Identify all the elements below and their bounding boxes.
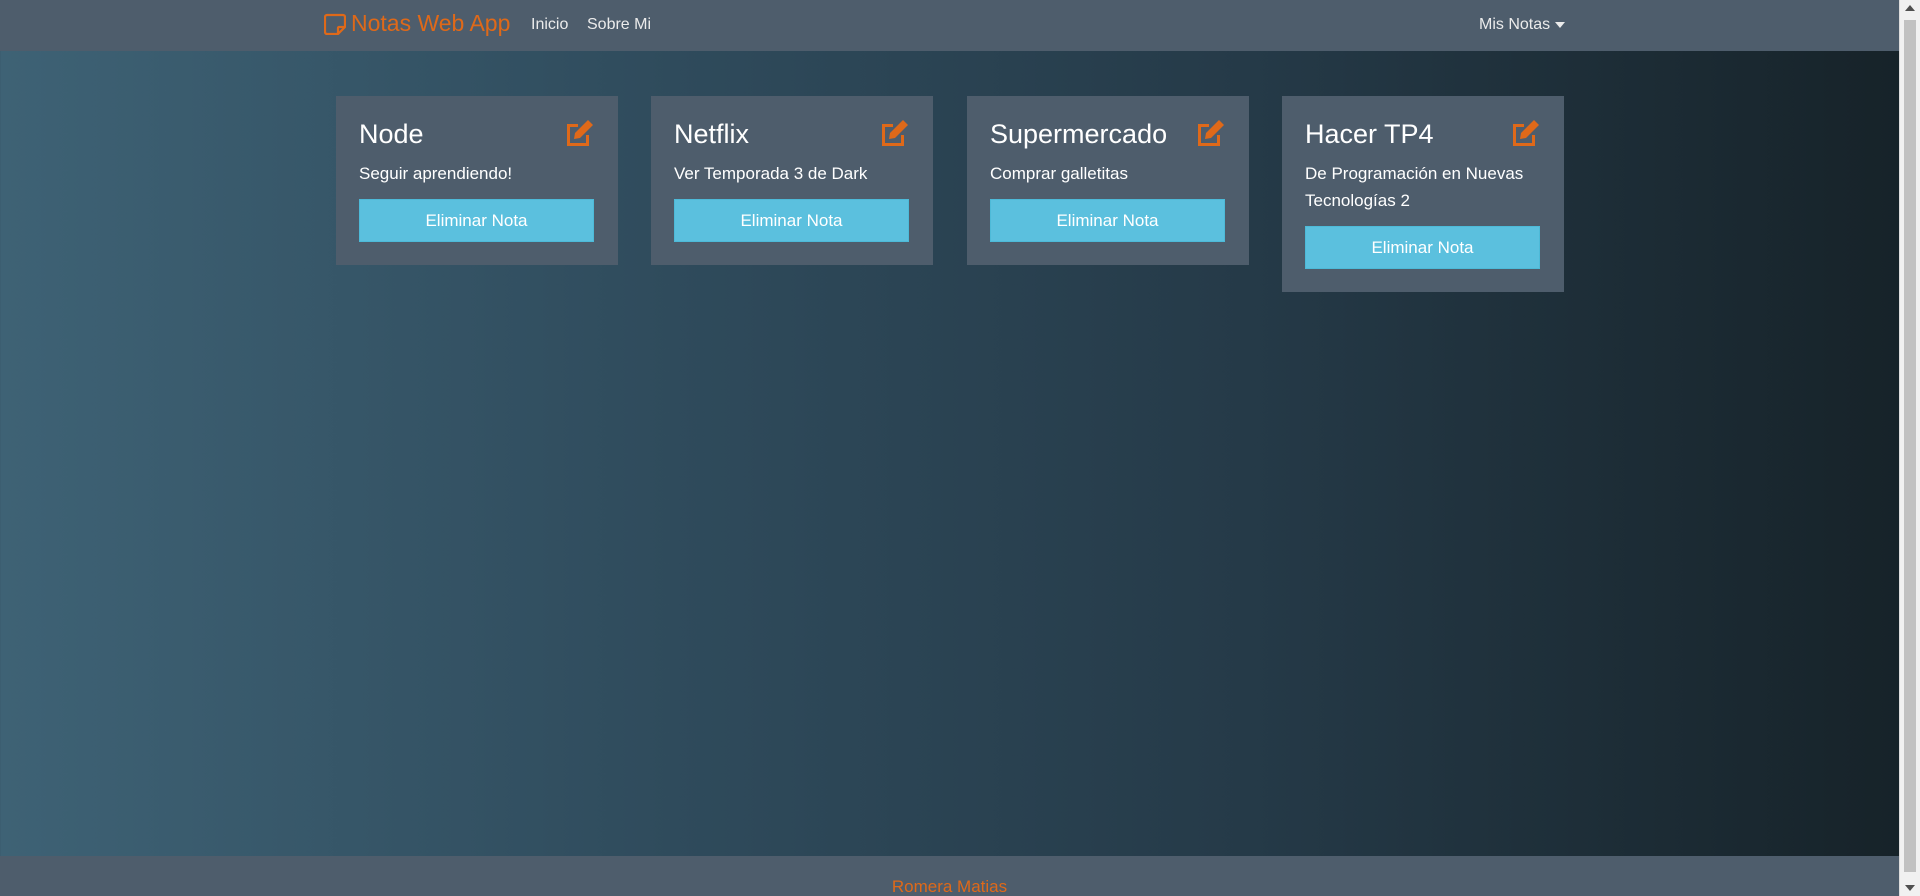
note-title: Supermercado xyxy=(990,119,1168,149)
nav-link-sobre-mi[interactable]: Sobre Mi xyxy=(587,16,651,34)
delete-note-button[interactable]: Eliminar Nota xyxy=(359,199,594,242)
edit-icon[interactable] xyxy=(1194,118,1226,148)
note-text: Ver Temporada 3 de Dark xyxy=(674,164,868,183)
top-navbar: Notas Web App Inicio Sobre Mi Mis Notas xyxy=(0,0,1899,51)
nav-link-inicio[interactable]: Inicio xyxy=(531,16,568,34)
edit-icon[interactable] xyxy=(563,118,595,148)
note-text: Seguir aprendiendo! xyxy=(359,164,513,183)
note-title: Node xyxy=(359,119,424,149)
note-card: Hacer TP4 De Programación en Nuevas Tecn… xyxy=(1282,96,1564,292)
edit-icon[interactable] xyxy=(878,118,910,148)
scroll-up-icon[interactable] xyxy=(1905,5,1915,11)
scroll-down-icon[interactable] xyxy=(1905,885,1915,891)
brand-link[interactable]: Notas Web App xyxy=(324,10,510,37)
note-card: Supermercado Comprar galletitas Eliminar… xyxy=(967,96,1249,265)
mis-notas-label: Mis Notas xyxy=(1479,16,1551,33)
page-footer: Romera Matias xyxy=(0,856,1899,896)
note-text: De Programación en Nuevas Tecnologías 2 xyxy=(1305,164,1524,210)
delete-note-button[interactable]: Eliminar Nota xyxy=(674,199,909,242)
sticky-note-icon xyxy=(324,13,346,35)
scroll-thumb[interactable] xyxy=(1904,20,1916,872)
note-card: Node Seguir aprendiendo! Eliminar Nota xyxy=(336,96,618,265)
vertical-scrollbar[interactable] xyxy=(1899,0,1920,896)
note-title: Netflix xyxy=(674,119,750,149)
delete-note-button[interactable]: Eliminar Nota xyxy=(1305,226,1540,269)
edit-icon[interactable] xyxy=(1509,118,1541,148)
footer-author: Romera Matias xyxy=(891,877,1008,896)
caret-down-icon xyxy=(1555,22,1566,28)
delete-note-button[interactable]: Eliminar Nota xyxy=(990,199,1225,242)
note-card: Netflix Ver Temporada 3 de Dark Eliminar… xyxy=(651,96,933,265)
note-title: Hacer TP4 xyxy=(1305,119,1434,149)
note-text: Comprar galletitas xyxy=(990,164,1128,183)
brand-title: Notas Web App xyxy=(351,10,511,36)
mis-notas-dropdown[interactable]: Mis Notas xyxy=(1479,16,1566,34)
